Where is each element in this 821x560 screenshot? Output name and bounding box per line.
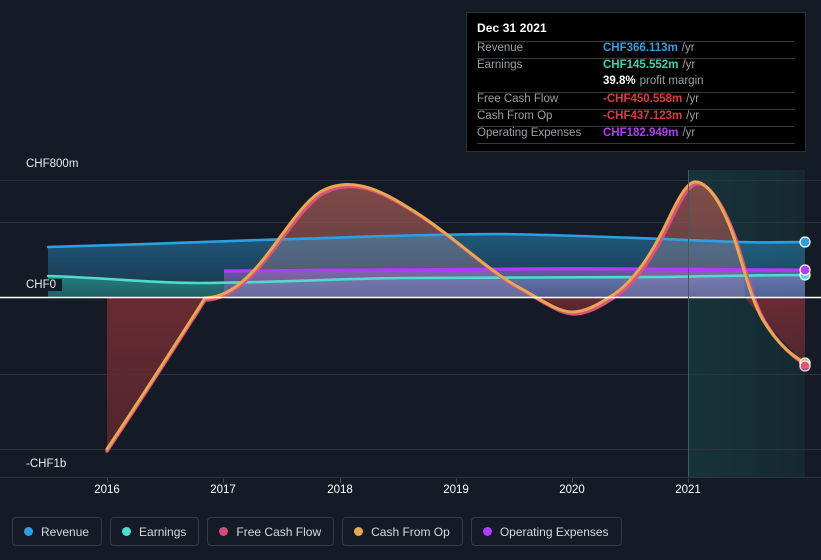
legend-item-opex[interactable]: Operating Expenses [470, 517, 622, 546]
x-axis-label-2021: 2021 [675, 484, 701, 496]
tooltip-date: Dec 31 2021 [477, 21, 547, 35]
tooltip-value-earnings: CHF145.552m [603, 59, 679, 71]
tooltip-label-earnings: Earnings [477, 59, 523, 71]
endpoint-opex [799, 264, 811, 276]
tooltip-unit-revenue: /yr [681, 42, 695, 54]
chart-legend: Revenue Earnings Free Cash Flow Cash Fro… [12, 517, 622, 546]
y-axis-label-neg1b: -CHF1b [22, 458, 73, 470]
endpoint-freecashflow [799, 360, 811, 372]
tooltip-unit-profit-margin: profit margin [639, 75, 704, 87]
endpoint-revenue [799, 236, 811, 248]
x-axis-label-2020: 2020 [559, 484, 585, 496]
legend-dot-opex [482, 527, 492, 536]
tooltip-unit-cashfromop: /yr [686, 110, 700, 122]
legend-label-cashfromop: Cash From Op [371, 524, 450, 539]
tooltip-label-cashfromop: Cash From Op [477, 110, 553, 122]
tooltip-bottom-rule [477, 143, 795, 145]
tooltip-row-cashfromop: Cash From Op -CHF437.123m /yr [477, 109, 795, 126]
financial-chart: CHF800m CHF0 -CHF1b 2016 2017 2018 2019 … [0, 0, 821, 560]
tooltip-unit-earnings: /yr [682, 59, 696, 71]
tooltip-label-freecashflow: Free Cash Flow [477, 93, 559, 105]
y-axis-label-800m: CHF800m [22, 158, 85, 170]
tooltip-label-opex: Operating Expenses [477, 127, 582, 139]
tooltip-row-freecashflow: Free Cash Flow -CHF450.558m /yr [477, 92, 795, 109]
legend-dot-cashfromop [354, 527, 364, 536]
legend-item-revenue[interactable]: Revenue [12, 517, 103, 546]
x-axis-label-2018: 2018 [327, 484, 353, 496]
tooltip-unit-freecashflow: /yr [686, 93, 700, 105]
tooltip-label-revenue: Revenue [477, 42, 524, 54]
tooltip-value-profit-margin: 39.8% [603, 75, 636, 87]
legend-dot-freecashflow [219, 527, 229, 536]
x-axis-ticks [107, 478, 689, 483]
legend-dot-revenue [24, 527, 33, 536]
x-axis-label-2017: 2017 [210, 484, 236, 496]
legend-item-earnings[interactable]: Earnings [110, 517, 200, 546]
data-tooltip: Dec 31 2021 Revenue CHF366.113m /yr Earn… [466, 12, 806, 152]
tooltip-row-earnings: Earnings CHF145.552m /yr [477, 58, 795, 75]
tooltip-value-cashfromop: -CHF437.123m [603, 110, 683, 122]
tooltip-value-revenue: CHF366.113m [603, 42, 678, 54]
y-axis-label-zero: CHF0 [22, 279, 63, 291]
tooltip-row-profit-margin: 39.8% profit margin [477, 75, 795, 92]
x-axis-label-2019: 2019 [443, 484, 469, 496]
legend-label-revenue: Revenue [41, 524, 90, 539]
legend-item-cashfromop[interactable]: Cash From Op [342, 517, 463, 546]
tooltip-value-opex: CHF182.949m [603, 127, 679, 139]
legend-dot-earnings [122, 527, 132, 536]
legend-label-freecashflow: Free Cash Flow [236, 524, 322, 539]
tooltip-unit-opex: /yr [682, 127, 696, 139]
legend-item-freecashflow[interactable]: Free Cash Flow [207, 517, 335, 546]
tooltip-row-revenue: Revenue CHF366.113m /yr [477, 41, 795, 58]
tooltip-value-freecashflow: -CHF450.558m [603, 93, 683, 105]
legend-label-opex: Operating Expenses [499, 524, 609, 539]
tooltip-row-opex: Operating Expenses CHF182.949m /yr [477, 126, 795, 143]
legend-label-earnings: Earnings [139, 524, 187, 539]
x-axis-label-2016: 2016 [94, 484, 120, 496]
